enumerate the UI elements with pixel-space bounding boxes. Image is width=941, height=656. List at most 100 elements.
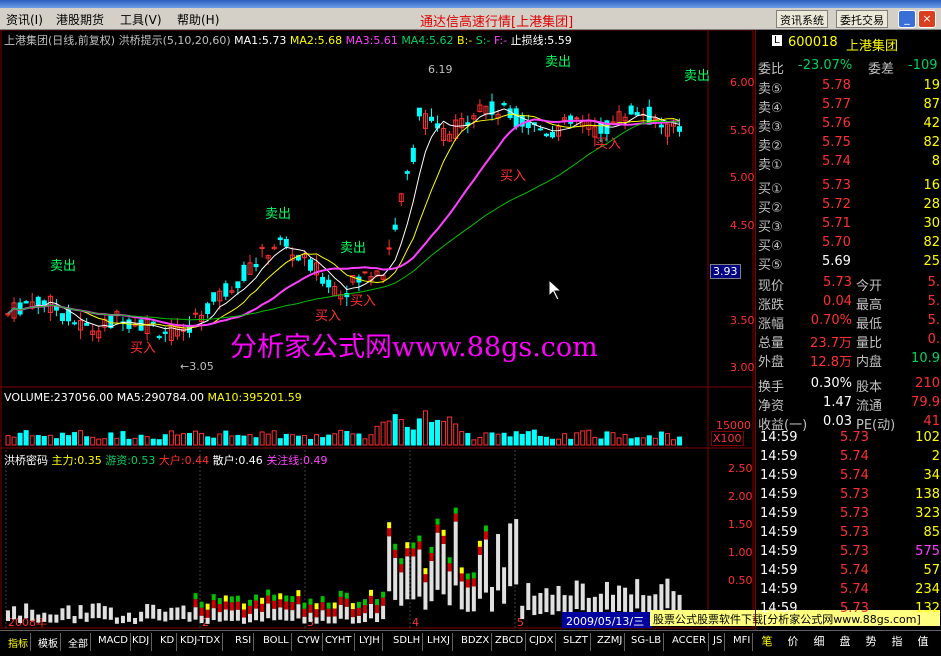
indicator-bar-main	[350, 603, 355, 610]
menu-hk-futures[interactable]: 港股期货	[56, 11, 104, 28]
indicator-bar-big	[302, 608, 307, 617]
volume-bar	[283, 433, 289, 446]
tab-accer[interactable]: ACCER	[670, 633, 709, 651]
tab-sdlh[interactable]: SDLH	[391, 633, 424, 651]
indicator-bar-big	[193, 599, 198, 608]
indicator-bar-main	[362, 599, 367, 606]
volume-bar	[229, 435, 235, 446]
volume-bar	[646, 435, 652, 446]
minimize-icon[interactable]: _	[898, 10, 916, 28]
indicator-bar-big	[235, 601, 240, 610]
indicator-bar-small	[574, 580, 579, 610]
panel-tab-4[interactable]: 势	[860, 633, 882, 649]
tab-slzt[interactable]: SLZT	[561, 633, 591, 651]
menu-bar: 资讯(I) 港股期货 工具(V) 帮助(H) 通达信高速行情[上港集团] 资讯系…	[0, 8, 941, 30]
volume-bar	[616, 437, 622, 446]
volume-bar	[368, 434, 374, 446]
indicator-bar-small	[235, 609, 240, 621]
tab-js[interactable]: JS	[711, 633, 726, 651]
tab-lhxj[interactable]: LHXJ	[425, 633, 453, 651]
indicator-bar-small	[483, 539, 488, 593]
indicator-bar-main	[199, 601, 204, 608]
volume-bar	[356, 433, 362, 446]
indicator-bar-big	[435, 524, 440, 533]
news-system-button[interactable]: 资讯系统	[776, 10, 828, 28]
candle-body	[17, 302, 23, 315]
tab-rsi[interactable]: RSI	[233, 633, 255, 651]
tab-lyjh[interactable]: LYJH	[357, 633, 383, 651]
tab-kdj-tdx[interactable]: KDJ-TDX	[178, 633, 224, 651]
indicator-tick: 0.50	[728, 574, 753, 587]
trade-button[interactable]: 委托交易	[836, 10, 888, 28]
tab-zzmj[interactable]: ZZMJ	[595, 633, 626, 651]
candle-body	[241, 264, 247, 281]
quote-panel: L 600018 上港集团 委比 -23.07% 委差 -109 卖⑤ 5.78 1…	[755, 30, 941, 630]
buy-signal: 买入	[350, 294, 376, 309]
indicator-bar-small	[417, 549, 422, 597]
volume-bar	[586, 429, 592, 446]
indicator-bar-small	[604, 581, 609, 610]
indicator-bar-small	[429, 560, 434, 602]
indicator-bar-main	[284, 595, 289, 602]
tab-zbcd[interactable]: ZBCD	[493, 633, 527, 651]
volume-bar	[320, 437, 326, 446]
volume-bar	[550, 438, 555, 446]
tab-kd[interactable]: KD	[158, 633, 178, 651]
menu-info[interactable]: 资讯(I)	[6, 11, 43, 28]
panel-tab-3[interactable]: 盘	[834, 633, 856, 649]
volume-bar	[537, 435, 543, 446]
indicator-bar-small	[375, 613, 380, 623]
tab-全部[interactable]: 全部	[66, 633, 91, 651]
tab-cyht[interactable]: CYHT	[323, 633, 355, 651]
panel-tab-5[interactable]: 指	[886, 633, 908, 649]
tick-row: 14:59 5.74 2	[760, 449, 940, 464]
tab-模板[interactable]: 模板	[36, 633, 61, 651]
panel-tab-2[interactable]: 细	[808, 633, 830, 649]
tab-macd[interactable]: MACD	[96, 633, 131, 651]
indicator-bar-small	[90, 603, 95, 619]
menu-tools[interactable]: 工具(V)	[120, 11, 162, 28]
candle-body	[193, 312, 199, 315]
indicator-bar-small	[423, 582, 428, 610]
indicator-bar-small	[617, 585, 622, 612]
tab-cyw[interactable]: CYW	[295, 633, 323, 651]
volume-bar	[5, 435, 11, 446]
indicator-bar-main	[405, 542, 410, 549]
close-icon[interactable]: ×	[918, 10, 936, 28]
tab-cjdx[interactable]: CJDX	[527, 633, 557, 651]
indicator-bar-big	[393, 549, 398, 558]
tab-boll[interactable]: BOLL	[261, 633, 292, 651]
indicator-bar-small	[496, 534, 501, 591]
stat-row: 总量 23.7万 量比 0.	[758, 332, 940, 351]
panel-tab-6[interactable]: 值	[912, 633, 934, 649]
panel-tab-0[interactable]: 笔	[756, 633, 778, 649]
tab-mfi[interactable]: MFI	[731, 633, 754, 651]
volume-bar	[459, 431, 465, 446]
price-tick: 5.00	[730, 171, 754, 184]
candle-body	[513, 108, 519, 128]
tab-sg-lb[interactable]: SG-LB	[629, 633, 665, 651]
sell-signal: 卖出	[684, 69, 710, 84]
indicator-bar-big	[272, 600, 277, 609]
tab-bdzx[interactable]: BDZX	[459, 633, 493, 651]
panel-tab-1[interactable]: 价	[782, 633, 804, 649]
date-label: 2009/05/13/三	[562, 612, 652, 628]
candle-body	[84, 322, 90, 326]
indicator-bar-main	[248, 599, 252, 606]
indicator-bar-small	[290, 610, 295, 621]
volume-bar	[404, 426, 410, 446]
candle-body	[658, 124, 664, 128]
indicator-bar-small	[387, 536, 392, 592]
tab-指标[interactable]: 指标	[6, 633, 31, 651]
indicator-bar-main	[338, 590, 343, 597]
bid-row: 买⑤ 5.69 25	[758, 254, 940, 273]
indicator-bar-small	[217, 612, 222, 622]
volume-bar	[223, 430, 229, 446]
volume-bar	[241, 435, 247, 446]
volume-bar	[495, 433, 501, 446]
indicator-bar-big	[369, 595, 373, 604]
tab-kdj[interactable]: KDJ	[130, 633, 153, 651]
menu-help[interactable]: 帮助(H)	[177, 11, 219, 28]
indicator-bar-big	[350, 609, 355, 618]
cursor-price-label: 3.93	[710, 264, 741, 279]
